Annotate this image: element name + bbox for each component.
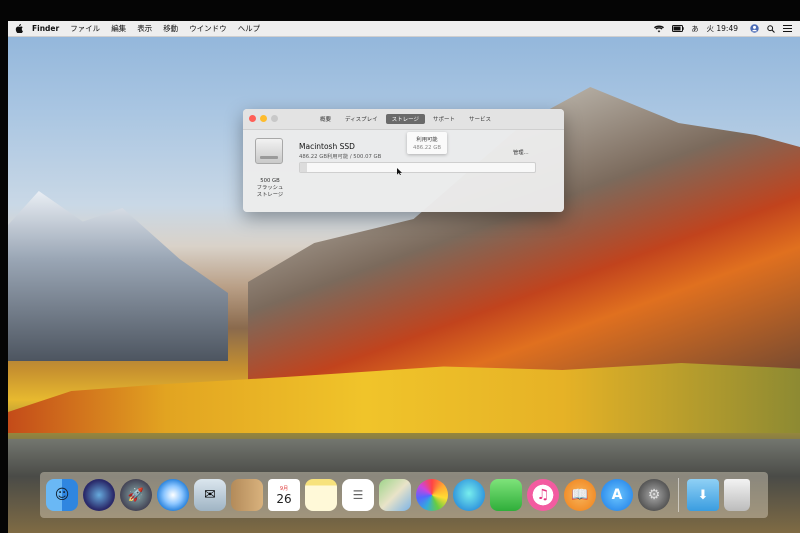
user-icon[interactable] bbox=[750, 24, 759, 33]
capacity-size: 500 GB bbox=[260, 178, 280, 184]
photos-icon[interactable] bbox=[416, 479, 448, 511]
tab-storage[interactable]: ストレージ bbox=[385, 114, 426, 124]
battery-icon[interactable] bbox=[671, 25, 684, 32]
calendar-day: 26 bbox=[276, 492, 292, 506]
manage-button[interactable]: 管理... bbox=[513, 148, 529, 156]
app-store-icon[interactable]: A bbox=[601, 479, 633, 511]
finder-icon[interactable]: ☺ bbox=[46, 479, 78, 511]
calendar-icon[interactable]: 9月 26 bbox=[268, 479, 300, 511]
itunes-icon[interactable]: ♫ bbox=[527, 479, 559, 511]
storage-tooltip: 利用可能 486.22 GB bbox=[407, 132, 447, 154]
tab-overview[interactable]: 概要 bbox=[314, 114, 337, 124]
trash-icon[interactable] bbox=[724, 479, 750, 511]
dock: ☺ 🚀 ✉ 9月 26 ☰ ♫ 📖 A ⚙ ⬇ bbox=[40, 472, 768, 518]
tab-support[interactable]: サポート bbox=[427, 114, 461, 124]
autumn-foliage bbox=[8, 363, 800, 433]
wifi-icon[interactable] bbox=[653, 25, 664, 33]
apple-menu-icon[interactable] bbox=[14, 24, 24, 34]
menu-finder[interactable]: Finder bbox=[32, 24, 59, 33]
menu-window[interactable]: ウインドウ bbox=[189, 23, 227, 34]
downloads-icon[interactable]: ⬇ bbox=[687, 479, 719, 511]
safari-icon[interactable] bbox=[157, 479, 189, 511]
disk-usage-text: 486.22 GB利用可能 / 500.07 GB bbox=[299, 154, 382, 160]
window-titlebar: 概要 ディスプレイ ストレージ サポート サービス bbox=[243, 109, 564, 130]
storage-bar[interactable] bbox=[299, 162, 536, 173]
capacity-kind: ストレージ bbox=[256, 192, 284, 198]
tooltip-value: 486.22 GB bbox=[413, 145, 441, 151]
tab-bar: 概要 ディスプレイ ストレージ サポート サービス bbox=[314, 114, 497, 124]
storage-bar-used bbox=[300, 163, 307, 172]
facetime-icon[interactable] bbox=[490, 479, 522, 511]
notes-icon[interactable] bbox=[305, 479, 337, 511]
tab-displays[interactable]: ディスプレイ bbox=[339, 114, 384, 124]
contacts-icon[interactable] bbox=[231, 479, 263, 511]
window-controls bbox=[249, 115, 278, 122]
minimize-button[interactable] bbox=[260, 115, 267, 122]
mail-icon[interactable]: ✉ bbox=[194, 479, 226, 511]
reminders-icon[interactable]: ☰ bbox=[342, 479, 374, 511]
calendar-month: 9月 bbox=[279, 486, 289, 492]
menu-help[interactable]: ヘルプ bbox=[238, 23, 261, 34]
tooltip-title: 利用可能 bbox=[416, 137, 438, 143]
close-button[interactable] bbox=[249, 115, 256, 122]
system-preferences-icon[interactable]: ⚙ bbox=[638, 479, 670, 511]
menu-edit[interactable]: 編集 bbox=[111, 23, 126, 34]
launchpad-icon[interactable]: 🚀 bbox=[120, 479, 152, 511]
tab-service[interactable]: サービス bbox=[463, 114, 497, 124]
menu-bar: Finder ファイル 編集 表示 移動 ウインドウ ヘルプ あ 火 19:49 bbox=[8, 21, 800, 37]
disk-name: Macintosh SSD bbox=[299, 142, 355, 151]
notification-center-icon[interactable] bbox=[783, 25, 792, 32]
maps-icon[interactable] bbox=[379, 479, 411, 511]
dock-separator bbox=[678, 478, 679, 512]
menu-clock[interactable]: 火 19:49 bbox=[707, 23, 739, 34]
disk-capacity: 500 GB フラッシュ ストレージ bbox=[247, 178, 293, 199]
menu-go[interactable]: 移動 bbox=[163, 23, 178, 34]
siri-icon[interactable] bbox=[83, 479, 115, 511]
left-mountain bbox=[8, 191, 228, 361]
desktop: Finder ファイル 編集 表示 移動 ウインドウ ヘルプ あ 火 19:49 bbox=[8, 21, 800, 533]
storage-pane: 500 GB フラッシュ ストレージ Macintosh SSD 486.22 … bbox=[243, 130, 564, 212]
spotlight-icon[interactable] bbox=[767, 24, 775, 33]
input-method-icon[interactable]: あ bbox=[692, 24, 699, 34]
ibooks-icon[interactable]: 📖 bbox=[564, 479, 596, 511]
about-this-mac-window: 概要 ディスプレイ ストレージ サポート サービス 500 GB フラッシュ ス… bbox=[243, 109, 564, 212]
menu-file[interactable]: ファイル bbox=[70, 23, 100, 34]
capacity-type: フラッシュ bbox=[256, 185, 284, 191]
hard-drive-icon bbox=[255, 138, 283, 164]
zoom-button[interactable] bbox=[271, 115, 278, 122]
menu-view[interactable]: 表示 bbox=[137, 23, 152, 34]
messages-icon[interactable] bbox=[453, 479, 485, 511]
